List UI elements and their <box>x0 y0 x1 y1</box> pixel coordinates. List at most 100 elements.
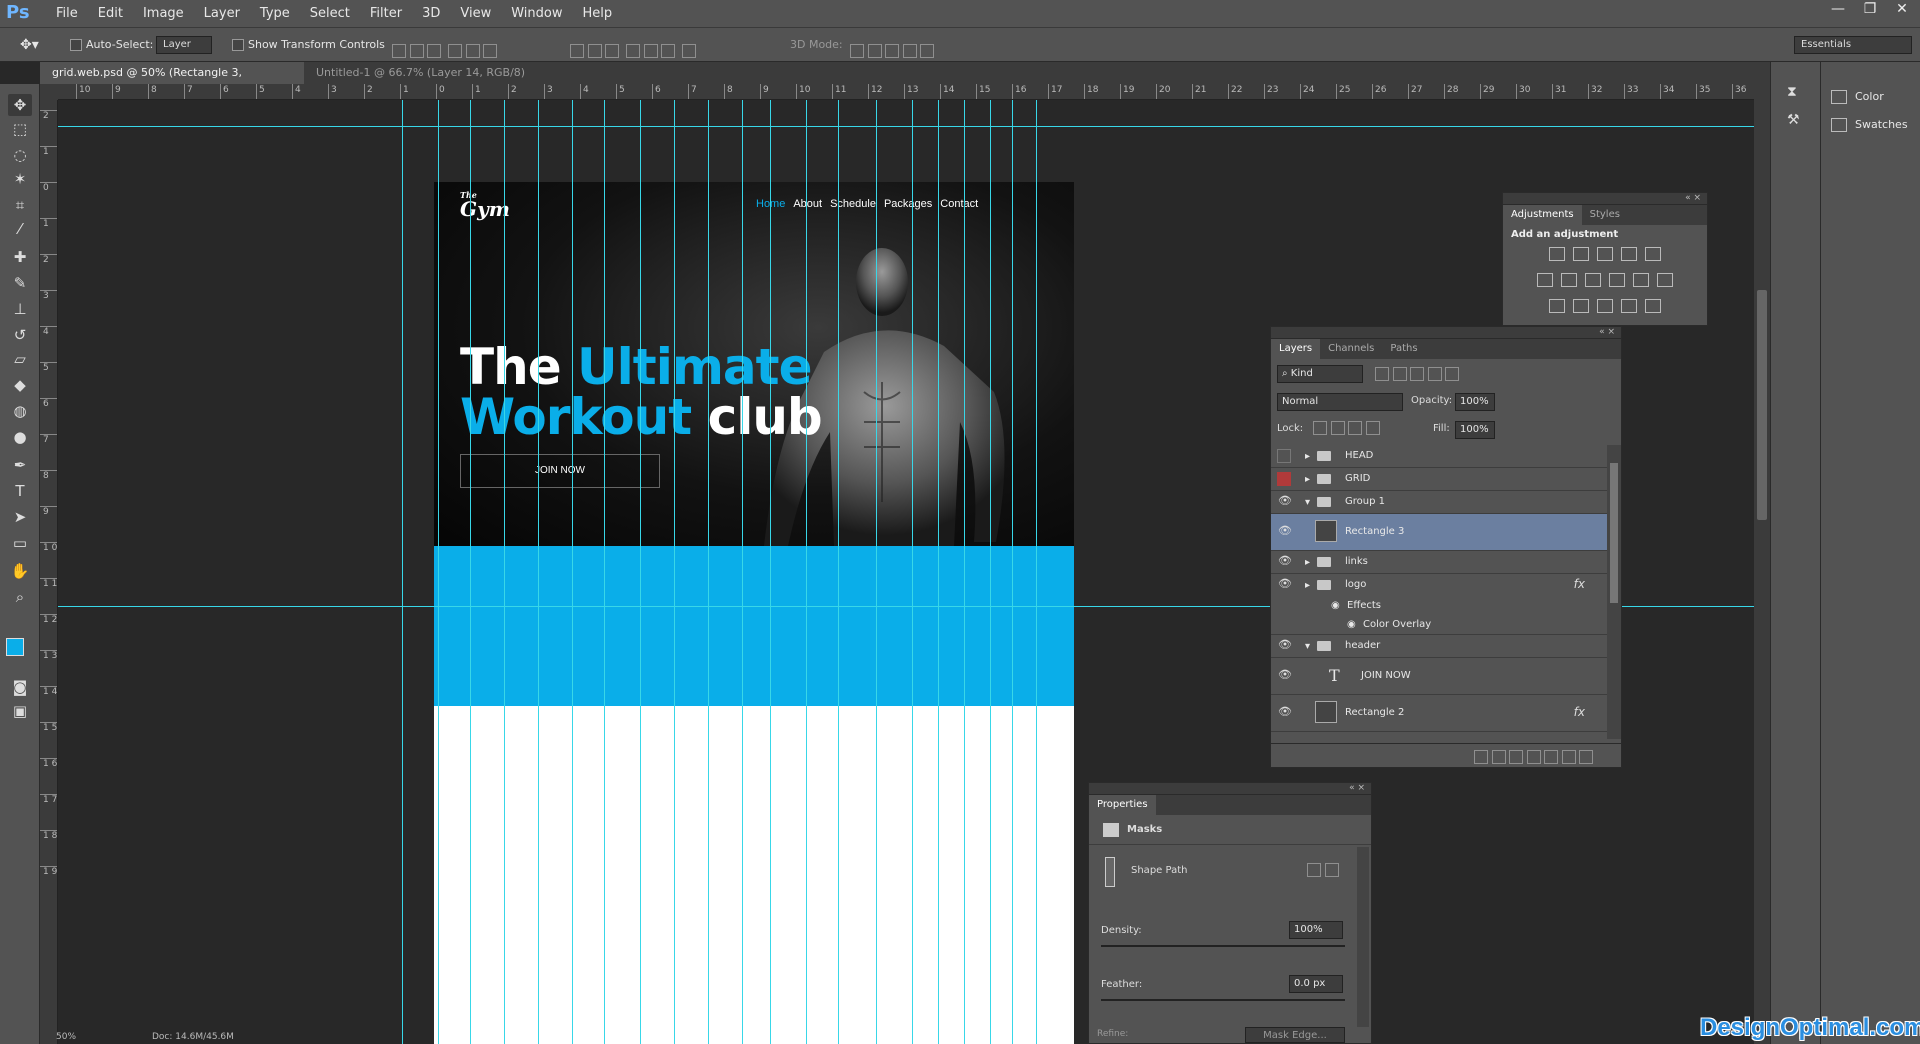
healing-brush-icon[interactable]: ✚ <box>8 246 32 268</box>
vertical-guide[interactable] <box>742 100 743 1044</box>
menu-help[interactable]: Help <box>573 0 623 28</box>
vertical-guide[interactable] <box>538 100 539 1044</box>
history-brush-icon[interactable]: ↺ <box>8 324 32 346</box>
zoom-level[interactable]: 50% <box>56 1032 76 1042</box>
show-transform-checkbox[interactable]: Show Transform Controls <box>232 28 385 62</box>
eye-icon[interactable]: 👁 <box>1277 577 1293 593</box>
vertical-guide[interactable] <box>504 100 505 1044</box>
disclosure-arrow-icon[interactable]: ▸ <box>1305 451 1310 462</box>
pen-tool-icon[interactable]: ✒ <box>8 454 32 476</box>
marquee-tool-icon[interactable]: ⬚ <box>8 118 32 140</box>
menu-3d[interactable]: 3D <box>412 0 450 28</box>
threshold-icon[interactable] <box>1597 299 1613 313</box>
fx-icon[interactable]: fx <box>1574 577 1585 591</box>
menu-window[interactable]: Window <box>501 0 572 28</box>
close-button[interactable]: ✕ <box>1890 0 1914 20</box>
vertical-guide[interactable] <box>572 100 573 1044</box>
feather-field[interactable]: 0.0 px <box>1289 975 1343 993</box>
menu-view[interactable]: View <box>450 0 501 28</box>
tab-layers[interactable]: Layers <box>1271 339 1321 359</box>
opacity-field[interactable]: 100% <box>1455 393 1495 411</box>
eye-icon[interactable]: ◉ <box>1331 600 1340 611</box>
vertical-guide[interactable] <box>470 100 471 1044</box>
tab-paths[interactable]: Paths <box>1382 339 1425 359</box>
eyedropper-icon[interactable]: ⁄ <box>8 218 32 240</box>
vertical-guide[interactable] <box>770 100 771 1044</box>
layer-row-rectangle3[interactable]: 👁 Rectangle 3 <box>1271 514 1607 551</box>
menu-file[interactable]: File <box>46 0 88 28</box>
screen-mode-icon[interactable]: ▣ <box>8 700 32 722</box>
menu-filter[interactable]: Filter <box>360 0 412 28</box>
black-white-icon[interactable] <box>1585 273 1601 287</box>
tab-channels[interactable]: Channels <box>1320 339 1382 359</box>
effects-row[interactable]: ◉ Effects <box>1271 597 1607 616</box>
layer-row-header[interactable]: 👁 ▾ header <box>1271 635 1607 658</box>
eye-icon[interactable]: ◉ <box>1347 619 1356 630</box>
photo-filter-icon[interactable] <box>1609 273 1625 287</box>
levels-icon[interactable] <box>1573 247 1589 261</box>
vertical-guide[interactable] <box>438 100 439 1044</box>
channel-mixer-icon[interactable] <box>1633 273 1649 287</box>
vertical-guide[interactable] <box>640 100 641 1044</box>
eraser-tool-icon[interactable]: ▱ <box>8 348 32 370</box>
scroll-thumb[interactable] <box>1757 290 1767 520</box>
foreground-color-swatch[interactable] <box>6 638 24 656</box>
fill-field[interactable]: 100% <box>1455 421 1495 439</box>
layer-row-logo[interactable]: 👁 ▸ logo fx <box>1271 574 1607 597</box>
mask-action-icons[interactable] <box>1307 863 1339 880</box>
hand-tool-icon[interactable]: ✋ <box>8 560 32 582</box>
restore-button[interactable]: ❐ <box>1858 0 1882 20</box>
scroll-thumb[interactable] <box>1610 463 1618 603</box>
vertical-guide[interactable] <box>876 100 877 1044</box>
fx-icon[interactable]: fx <box>1574 705 1585 719</box>
exposure-icon[interactable] <box>1621 247 1637 261</box>
hue-saturation-icon[interactable] <box>1537 273 1553 287</box>
vertical-guide[interactable] <box>912 100 913 1044</box>
menu-edit[interactable]: Edit <box>88 0 133 28</box>
move-tool-preset-icon[interactable]: ✥▾ <box>20 28 39 62</box>
eye-icon[interactable]: 👁 <box>1277 494 1293 510</box>
properties-scrollbar[interactable] <box>1357 847 1369 1027</box>
eye-icon[interactable]: 👁 <box>1277 705 1293 721</box>
layer-row-grid[interactable]: ▸ GRID <box>1271 468 1607 491</box>
vertical-guide[interactable] <box>838 100 839 1044</box>
gradient-map-icon[interactable] <box>1645 299 1661 313</box>
vertical-guide[interactable] <box>1012 100 1013 1044</box>
workspace-dropdown[interactable]: Essentials <box>1794 36 1912 54</box>
layer-action-icons[interactable] <box>1474 750 1593 767</box>
vertical-guide[interactable] <box>990 100 991 1044</box>
density-slider[interactable] <box>1101 945 1345 947</box>
layer-row-head[interactable]: ▸ HEAD <box>1271 445 1607 468</box>
layer-row-rectangle2[interactable]: 👁 Rectangle 2 fx <box>1271 695 1607 732</box>
menu-image[interactable]: Image <box>133 0 194 28</box>
canvas-vertical-scrollbar[interactable] <box>1754 84 1770 1044</box>
invert-icon[interactable] <box>1549 299 1565 313</box>
lock-icons[interactable] <box>1313 421 1380 438</box>
disclosure-arrow-icon[interactable]: ▸ <box>1305 474 1310 485</box>
menu-select[interactable]: Select <box>300 0 360 28</box>
paint-bucket-icon[interactable]: ◆ <box>8 374 32 396</box>
vertical-guide[interactable] <box>604 100 605 1044</box>
document-canvas[interactable]: The Gym Home About Schedule Packages Con… <box>434 182 1074 1044</box>
tools-presets-icon[interactable]: ⚒ <box>1787 112 1800 128</box>
vertical-guide[interactable] <box>674 100 675 1044</box>
curves-icon[interactable] <box>1597 247 1613 261</box>
feather-slider[interactable] <box>1101 999 1345 1001</box>
vertical-guide[interactable] <box>938 100 939 1044</box>
history-icon[interactable]: ⧗ <box>1787 84 1797 100</box>
disclosure-arrow-icon[interactable]: ▾ <box>1305 641 1310 652</box>
vertical-guide[interactable] <box>1036 100 1037 1044</box>
brightness-icon[interactable] <box>1549 247 1565 261</box>
layer-row-join-now[interactable]: 👁 T JOIN NOW <box>1271 658 1607 695</box>
density-field[interactable]: 100% <box>1289 921 1343 939</box>
eye-icon[interactable]: 👁 <box>1277 668 1293 684</box>
brush-tool-icon[interactable]: ✎ <box>8 272 32 294</box>
eye-icon[interactable]: 👁 <box>1277 638 1293 654</box>
menu-layer[interactable]: Layer <box>194 0 250 28</box>
color-balance-icon[interactable] <box>1561 273 1577 287</box>
doc-size[interactable]: Doc: 14.6M/45.6M <box>152 1032 234 1042</box>
disclosure-arrow-icon[interactable]: ▸ <box>1305 557 1310 568</box>
posterize-icon[interactable] <box>1573 299 1589 313</box>
align-icons[interactable] <box>392 38 497 58</box>
selective-color-icon[interactable] <box>1621 299 1637 313</box>
